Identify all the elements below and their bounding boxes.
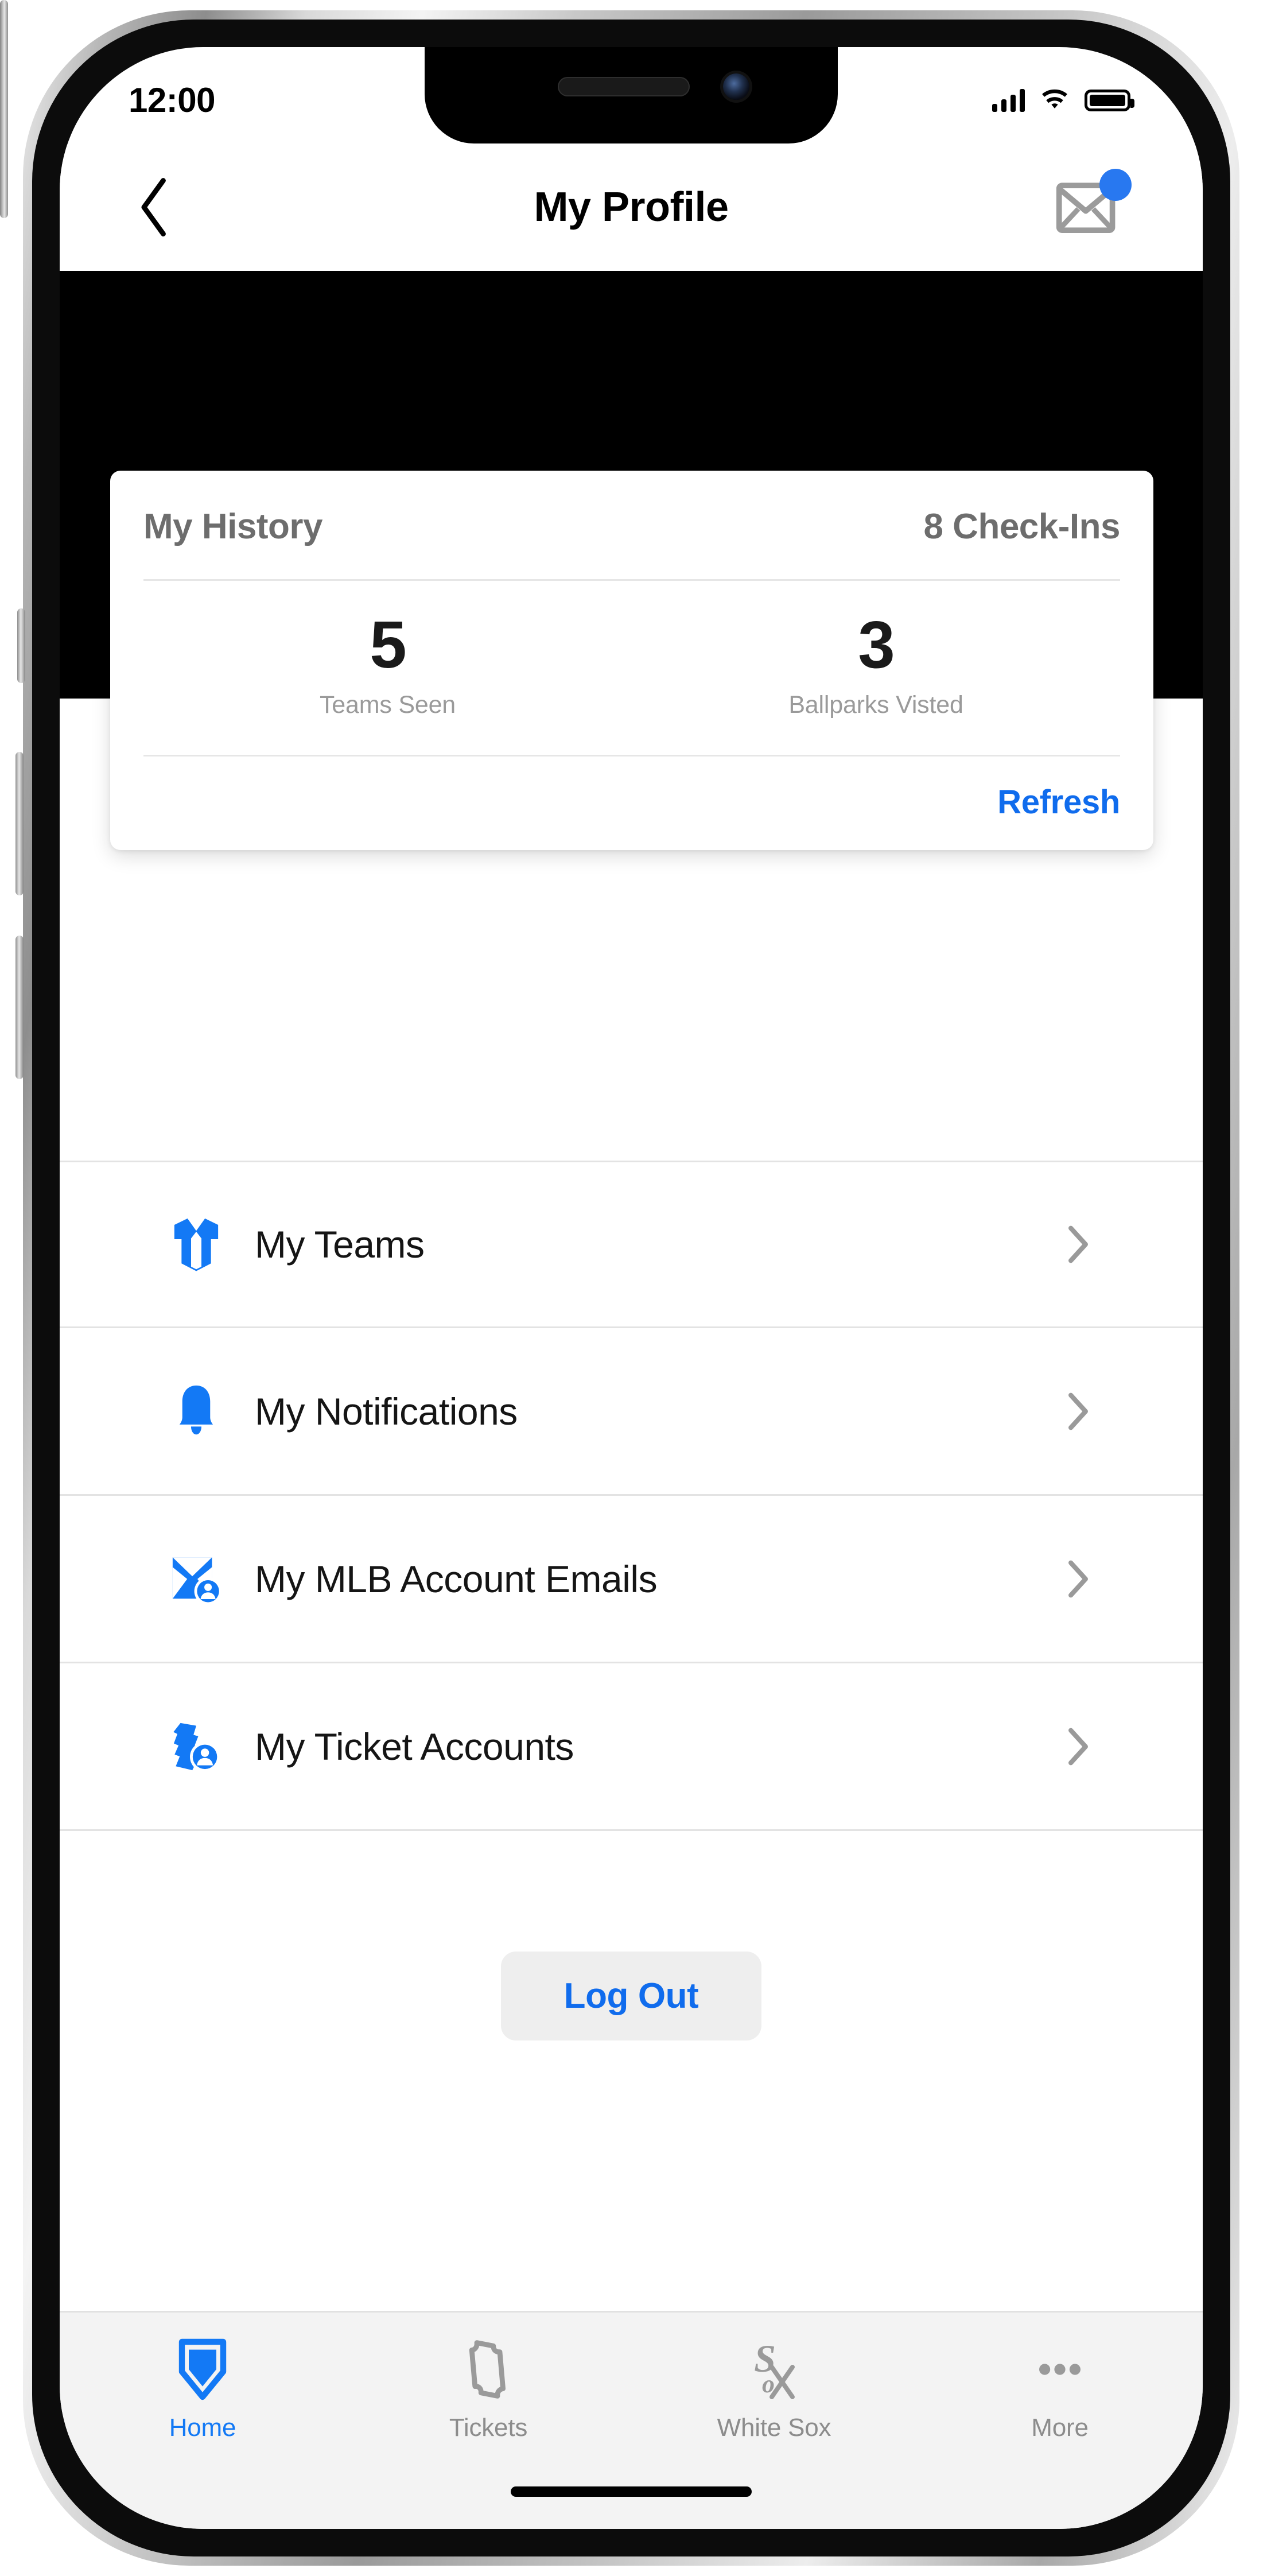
- ellipsis-icon: [1032, 2336, 1087, 2403]
- tab-home[interactable]: Home: [60, 2336, 345, 2442]
- earpiece-speaker: [558, 77, 690, 96]
- history-stats: 5 Teams Seen 3 Ballparks Visted: [143, 581, 1120, 757]
- screenshot-canvas: 12:00 My Profile My History 8 Check-Ins …: [0, 0, 1267, 2576]
- front-camera: [723, 73, 749, 100]
- logout-button[interactable]: Log Out: [500, 1952, 762, 2040]
- menu-item-my-ticket-accounts[interactable]: My Ticket Accounts: [60, 1663, 1203, 1831]
- status-icons: [992, 79, 1134, 112]
- battery-full-icon: [1085, 90, 1134, 111]
- wifi-icon: [1042, 89, 1067, 108]
- chevron-right-icon: [1058, 1727, 1098, 1767]
- my-history-card: My History 8 Check-Ins 5 Teams Seen 3 Ba…: [110, 471, 1153, 851]
- history-title: My History: [143, 507, 322, 546]
- stat-value: 3: [858, 607, 895, 682]
- logout-section: Log Out: [60, 1952, 1203, 2040]
- ticket-icon: [461, 2336, 516, 2403]
- menu-item-my-notifications[interactable]: My Notifications: [60, 1328, 1203, 1496]
- tab-label: White Sox: [717, 2414, 831, 2442]
- chevron-right-icon: [1058, 1391, 1098, 1431]
- tab-white-sox[interactable]: S o White Sox: [631, 2336, 917, 2442]
- jersey-icon: [166, 1215, 226, 1274]
- tab-label: More: [1031, 2414, 1089, 2442]
- refresh-button[interactable]: Refresh: [997, 783, 1120, 821]
- home-plate-icon: [175, 2336, 230, 2403]
- menu-item-my-mlb-account-emails[interactable]: My MLB Account Emails: [60, 1496, 1203, 1663]
- device-notch: [425, 47, 838, 143]
- stat-value: 5: [370, 607, 407, 682]
- tab-tickets[interactable]: Tickets: [345, 2336, 631, 2442]
- stat-ballparks-visited: 3 Ballparks Visted: [632, 611, 1120, 719]
- stat-label: Ballparks Visted: [788, 691, 963, 719]
- unread-badge-dot: [1099, 169, 1132, 201]
- silent-switch[interactable]: [17, 608, 25, 683]
- tab-label: Tickets: [449, 2414, 528, 2442]
- menu-item-my-teams[interactable]: My Teams: [60, 1161, 1203, 1328]
- checkins-count: 8 Check-Ins: [923, 507, 1120, 546]
- stat-teams-seen: 5 Teams Seen: [143, 611, 632, 719]
- tab-label: Home: [169, 2414, 236, 2442]
- history-card-footer: Refresh: [143, 756, 1120, 850]
- power-button[interactable]: [0, 0, 8, 218]
- menu-item-label: My MLB Account Emails: [255, 1557, 658, 1600]
- menu-item-label: My Notifications: [255, 1390, 518, 1433]
- bell-icon: [166, 1382, 226, 1441]
- chevron-right-icon: [1058, 1224, 1098, 1264]
- stat-label: Teams Seen: [319, 691, 456, 719]
- page-title: My Profile: [534, 184, 729, 230]
- navigation-header: My Profile: [60, 143, 1203, 271]
- history-card-header: My History 8 Check-Ins: [143, 471, 1120, 581]
- volume-up-button[interactable]: [15, 752, 24, 895]
- profile-menu-list: My Teams My Notifications My MLB Account…: [60, 1161, 1203, 1831]
- cellular-signal-icon: [992, 89, 1025, 112]
- white-sox-logo: S o: [744, 2336, 804, 2403]
- menu-item-label: My Teams: [255, 1223, 425, 1266]
- inbox-button[interactable]: [1055, 169, 1135, 245]
- envelope-account-icon: [166, 1549, 226, 1609]
- phone-screen: 12:00 My Profile My History 8 Check-Ins …: [60, 47, 1203, 2529]
- bottom-tab-bar: Home Tickets S o White Sox More: [60, 2311, 1203, 2529]
- chevron-right-icon: [1058, 1559, 1098, 1599]
- menu-item-label: My Ticket Accounts: [255, 1725, 574, 1768]
- volume-down-button[interactable]: [15, 936, 24, 1079]
- tab-more[interactable]: More: [917, 2336, 1203, 2442]
- home-indicator[interactable]: [511, 2486, 752, 2497]
- ticket-account-icon: [166, 1717, 226, 1776]
- status-time: 12:00: [129, 80, 215, 119]
